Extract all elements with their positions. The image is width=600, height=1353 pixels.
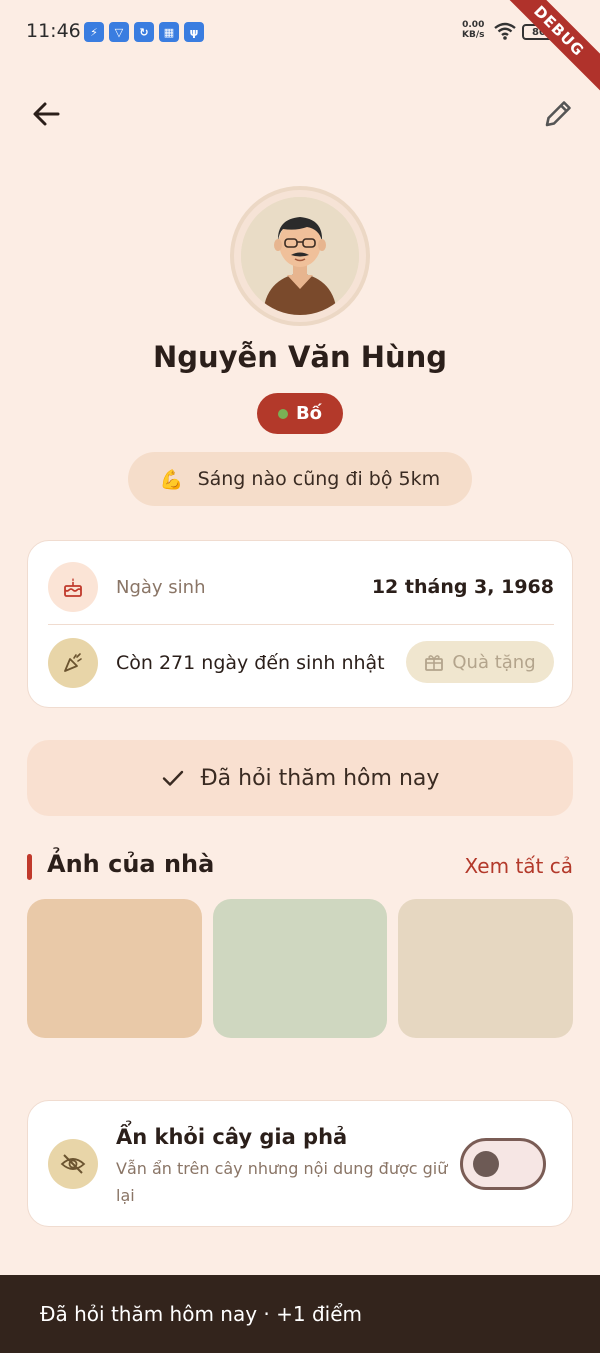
quote-text: Sáng nào cũng đi bộ 5km	[197, 468, 441, 490]
flexed-biceps-icon: 💪	[159, 468, 184, 491]
avatar-ring	[230, 186, 370, 326]
usb-notification-icon: ψ	[184, 22, 204, 42]
gift-button[interactable]: Quà tặng	[406, 641, 554, 683]
hide-from-tree-card: Ẩn khỏi cây gia phả Vẫn ẩn trên cây nhưn…	[27, 1100, 573, 1227]
pencil-icon	[545, 101, 571, 127]
avatar[interactable]	[241, 197, 359, 315]
hide-toggle-switch[interactable]	[460, 1138, 546, 1190]
wifi-icon	[494, 22, 516, 40]
status-time: 11:46	[26, 20, 81, 42]
network-speed-value: 0.00	[462, 20, 485, 30]
check-icon	[162, 770, 183, 786]
network-speed: 0.00 KB/s	[462, 20, 484, 40]
role-badge: Bố	[257, 393, 343, 434]
section-title: Ảnh của nhà	[47, 850, 215, 878]
role-label: Bố	[295, 403, 323, 424]
toggle-knob	[473, 1151, 499, 1177]
see-all-link[interactable]: Xem tất cả	[465, 854, 574, 878]
birthday-label: Ngày sinh	[116, 576, 206, 598]
section-accent-bar	[27, 854, 32, 880]
photo-thumbnail[interactable]	[27, 899, 202, 1038]
sync-notification-icon: ↻	[134, 22, 154, 42]
cake-glyph	[64, 578, 82, 597]
gift-icon	[425, 655, 444, 671]
shield-notification-icon: ▽	[109, 22, 129, 42]
arrow-back-icon	[33, 102, 60, 126]
notification-icons: ⚡ ▽ ↻ ▦ ψ	[84, 22, 204, 42]
birthday-card: Ngày sinh 12 tháng 3, 1968 Còn 271 ngày …	[27, 540, 573, 708]
divider	[48, 624, 554, 625]
calendar-notification-icon: ▦	[159, 22, 179, 42]
countdown-row: Còn 271 ngày đến sinh nhật Quà tặng	[48, 637, 554, 689]
birthday-countdown: Còn 271 ngày đến sinh nhật	[116, 652, 385, 674]
hide-title: Ẩn khỏi cây gia phả	[116, 1125, 348, 1149]
network-speed-unit: KB/s	[462, 30, 485, 40]
status-dot-icon	[277, 408, 288, 419]
party-popper-glyph	[64, 653, 82, 672]
birthday-value: 12 tháng 3, 1968	[371, 576, 554, 598]
gift-label: Quà tặng	[452, 651, 536, 673]
photo-thumbnail[interactable]	[398, 899, 574, 1038]
cake-icon	[48, 562, 98, 612]
eye-off-glyph	[60, 1154, 86, 1174]
back-button[interactable]	[26, 94, 66, 134]
birthday-row: Ngày sinh 12 tháng 3, 1968	[48, 561, 554, 613]
status-quote: 💪 Sáng nào cũng đi bộ 5km	[128, 452, 472, 506]
debug-banner: DEBUG	[496, 0, 600, 94]
eye-off-icon	[48, 1139, 98, 1189]
party-popper-icon	[48, 638, 98, 688]
father-avatar-illustration	[241, 197, 359, 315]
hide-subtitle: Vẫn ẩn trên cây nhưng nội dung được giữ …	[116, 1159, 448, 1205]
snackbar: Đã hỏi thăm hôm nay · +1 điểm	[0, 1275, 600, 1353]
profile-name: Nguyễn Văn Hùng	[152, 340, 448, 374]
bolt-notification-icon: ⚡	[84, 22, 104, 42]
status-bar: 11:46 ⚡ ▽ ↻ ▦ ψ 0.00 KB/s 80 DEBUG	[0, 0, 600, 94]
greeted-today-button[interactable]: Đã hỏi thăm hôm nay	[27, 740, 573, 816]
greeted-label: Đã hỏi thăm hôm nay	[200, 765, 440, 791]
photo-thumbnail[interactable]	[212, 899, 388, 1038]
photo-grid	[27, 899, 574, 1038]
snackbar-message: Đã hỏi thăm hôm nay · +1 điểm	[40, 1302, 363, 1326]
app-bar	[0, 88, 600, 138]
edit-button[interactable]	[538, 94, 578, 134]
photos-section-header: Ảnh của nhà Xem tất cả	[27, 848, 573, 884]
